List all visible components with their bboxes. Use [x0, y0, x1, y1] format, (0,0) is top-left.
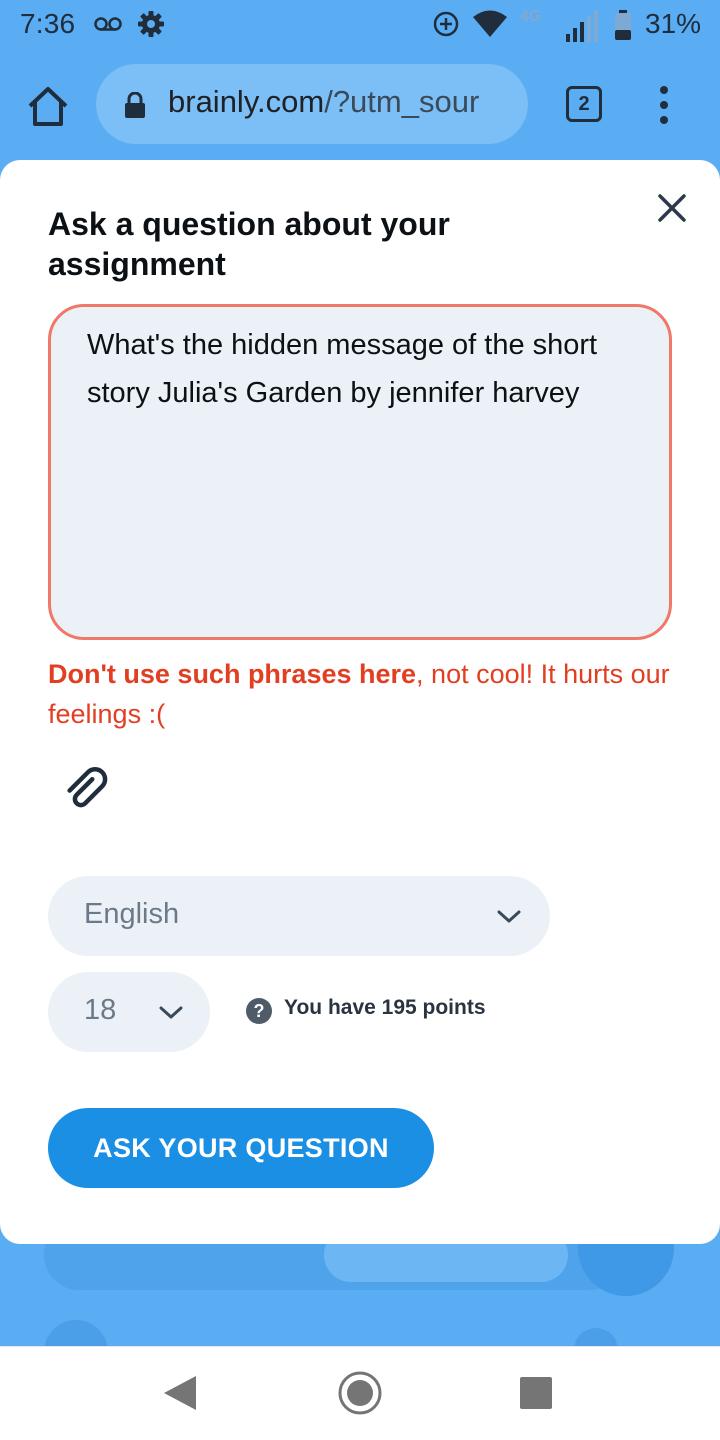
tab-switcher-button[interactable]: 2	[566, 86, 602, 122]
points-balance: You have 195 points	[284, 996, 486, 1019]
question-text: What's the hidden message of the short s…	[87, 329, 598, 409]
battery-icon	[615, 10, 631, 40]
home-circle-icon[interactable]	[337, 1370, 383, 1416]
subject-select[interactable]: English	[48, 876, 550, 956]
modal-title: Ask a question about your assignment	[48, 206, 450, 282]
url-domain: brainly.com	[168, 84, 325, 119]
battery-percent: 31%	[645, 8, 702, 39]
url-path: /?utm_sour	[324, 84, 480, 119]
chevron-down-icon	[159, 1006, 183, 1019]
home-icon[interactable]	[24, 82, 72, 130]
android-nav-bar	[0, 1346, 720, 1440]
question-input[interactable]: What's the hidden message of the short s…	[48, 304, 672, 640]
status-time: 7:36	[20, 8, 76, 39]
browser-toolbar: brainly.com/?utm_sour 2	[0, 50, 720, 160]
gear-icon	[138, 11, 164, 37]
menu-icon[interactable]	[652, 86, 676, 126]
error-message-strong: Don't use such phrases here	[48, 659, 417, 689]
subject-select-value: English	[84, 898, 180, 930]
url-bar[interactable]: brainly.com/?utm_sour	[96, 64, 528, 144]
network-type-label: 4G	[520, 8, 542, 25]
ask-question-modal: Ask a question about your assignment Wha…	[0, 160, 720, 1244]
points-select-value: 18	[84, 994, 117, 1026]
back-icon[interactable]	[162, 1374, 198, 1412]
wifi-icon	[473, 10, 507, 37]
help-icon[interactable]: ?	[246, 998, 272, 1024]
lock-icon	[125, 92, 145, 118]
signal-icon	[566, 10, 598, 42]
url-text: brainly.com/?utm_sour	[168, 84, 492, 120]
chevron-down-icon	[497, 910, 521, 923]
ask-question-button[interactable]: ASK YOUR QUESTION	[48, 1108, 434, 1188]
sync-icon	[433, 11, 459, 37]
points-select[interactable]: 18	[48, 972, 210, 1052]
error-message: Don't use such phrases here, not cool! I…	[48, 654, 678, 734]
close-icon[interactable]	[652, 188, 692, 228]
status-bar: 7:36 4G 31%	[0, 0, 720, 50]
paperclip-icon[interactable]	[62, 766, 114, 818]
recents-icon[interactable]	[520, 1377, 552, 1409]
voicemail-icon	[94, 17, 122, 31]
